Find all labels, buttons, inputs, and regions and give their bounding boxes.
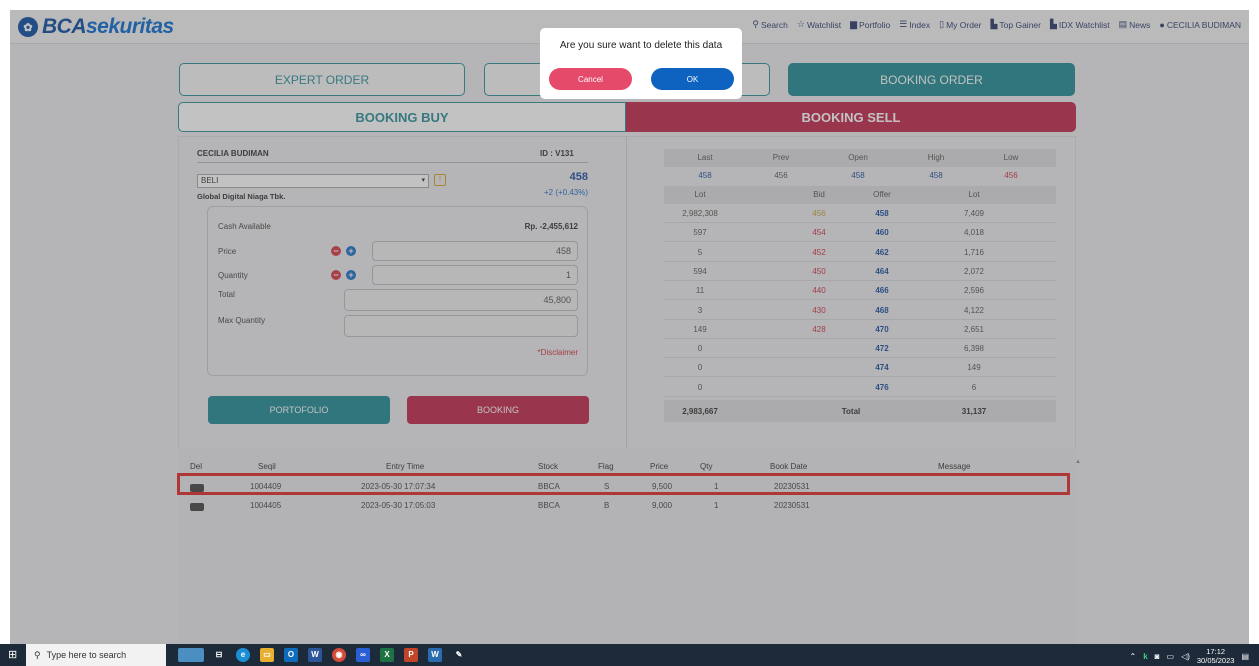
clock-date: 30/05/2023 xyxy=(1196,656,1235,665)
network-icon[interactable]: ◙ xyxy=(1155,652,1160,661)
teams-icon[interactable]: ∞ xyxy=(356,648,370,662)
taskbar-search-placeholder: Type here to search xyxy=(46,650,127,660)
app-icon[interactable]: W xyxy=(428,648,442,662)
excel-icon[interactable]: X xyxy=(380,648,394,662)
modal-overlay xyxy=(10,10,1249,644)
volume-icon[interactable]: ◁) xyxy=(1181,652,1190,661)
cancel-button-label: Cancel xyxy=(578,74,603,84)
file-explorer-icon[interactable]: ▭ xyxy=(260,648,274,662)
kvm-icon[interactable]: k xyxy=(1143,652,1147,661)
windows-start-icon[interactable]: ⊞ xyxy=(8,649,20,661)
cancel-button[interactable]: Cancel xyxy=(549,68,632,90)
dialog-message: Are you sure want to delete this data xyxy=(559,40,723,51)
clock-time: 17:12 xyxy=(1206,647,1226,656)
ok-button-label: OK xyxy=(686,74,699,84)
search-icon: ⚲ xyxy=(34,649,41,660)
weather-icon[interactable] xyxy=(178,648,204,662)
paint-icon[interactable]: ✎ xyxy=(452,648,466,662)
ok-button[interactable]: OK xyxy=(651,68,734,90)
taskbar-search[interactable]: ⚲ Type here to search xyxy=(26,644,166,666)
notification-icon[interactable]: ▤ xyxy=(1241,652,1249,661)
windows-taskbar: ⊞ ⚲ Type here to search ⊟ e ▭ O W ◉ ∞ X P… xyxy=(0,644,1259,666)
chrome-icon[interactable]: ◉ xyxy=(332,648,346,662)
display-icon[interactable]: ▭ xyxy=(1167,652,1175,661)
outlook-icon[interactable]: O xyxy=(284,648,298,662)
edge-icon[interactable]: e xyxy=(236,648,250,662)
system-tray: ⌃ k ◙ ▭ ◁) 17:12 30/05/2023 ▤ xyxy=(1130,647,1250,665)
clock[interactable]: 17:12 30/05/2023 xyxy=(1197,647,1235,665)
powerpoint-icon[interactable]: P xyxy=(404,648,418,662)
task-view-icon[interactable]: ⊟ xyxy=(212,648,226,662)
chevron-up-icon[interactable]: ⌃ xyxy=(1130,652,1137,661)
confirm-dialog: Are you sure want to delete this data Ca… xyxy=(540,28,742,99)
word-icon[interactable]: W xyxy=(308,648,322,662)
